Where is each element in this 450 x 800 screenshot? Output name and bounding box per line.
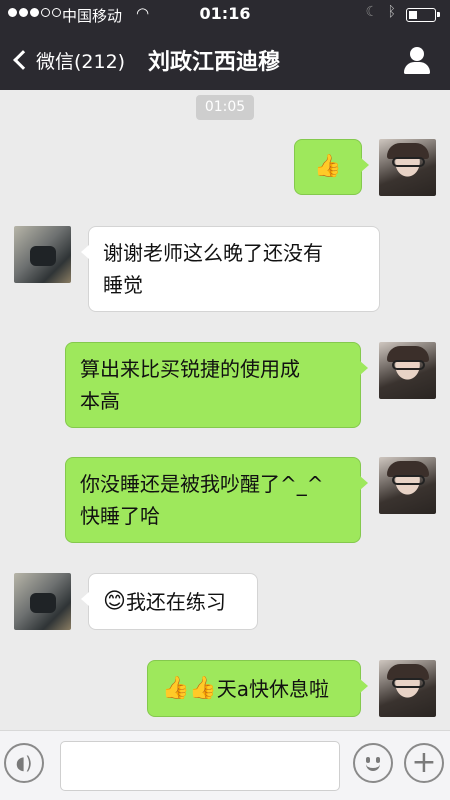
status-time: 01:16 [199, 4, 251, 23]
input-bar: ◖) + [0, 730, 450, 800]
battery-icon [406, 8, 440, 22]
emoji-face-icon [361, 751, 385, 775]
message-bubble[interactable]: 👍👍 天a快休息啦 [147, 660, 368, 717]
message-bubble[interactable]: 👍 [294, 139, 369, 195]
my-avatar[interactable] [379, 660, 436, 717]
message-text: 你没睡还是被我吵醒了^_^ 快睡了哈 [80, 472, 324, 528]
message-bubble[interactable]: 算出来比买锐捷的使用成 本高 [65, 342, 368, 428]
plus-icon: + [411, 745, 437, 780]
profile-icon[interactable] [402, 46, 432, 74]
my-avatar[interactable] [379, 342, 436, 399]
voice-icon: ◖) [15, 752, 33, 774]
message-bubble[interactable]: 你没睡还是被我吵醒了^_^ 快睡了哈 [65, 457, 368, 543]
nav-bar: 微信(212) 刘政江西迪穆 [0, 30, 450, 90]
my-avatar[interactable] [379, 457, 436, 514]
emoji-button[interactable] [353, 743, 393, 783]
status-bar: 中国移动 ◠ 01:16 ☾ ᛒ [0, 0, 450, 30]
message-input[interactable] [60, 741, 340, 791]
chat-title: 刘政江西迪穆 [148, 50, 281, 75]
moon-icon: ☾ [365, 4, 378, 20]
thumbs-up-icon: 👍 [314, 154, 342, 179]
message-bubble[interactable]: 谢谢老师这么晚了还没有 睡觉 [81, 226, 380, 312]
thumbs-up-icon: 👍👍 [162, 675, 217, 701]
message-text: 我还在练习 [125, 589, 226, 614]
chat-timestamp: 01:05 [196, 95, 254, 120]
message-bubble[interactable]: 😊 我还在练习 [81, 573, 258, 630]
back-label: 微信(212) [36, 50, 126, 73]
message-text: 天a快休息啦 [216, 676, 330, 701]
more-button[interactable]: + [404, 743, 444, 783]
bluetooth-icon: ᛒ [387, 4, 396, 20]
message-text: 谢谢老师这么晚了还没有 睡觉 [103, 241, 323, 297]
top-bar: 中国移动 ◠ 01:16 ☾ ᛒ 微信(212) 刘政江西迪穆 [0, 0, 450, 90]
contact-avatar[interactable] [14, 226, 71, 283]
message-text: 算出来比买锐捷的使用成 本高 [80, 357, 300, 413]
my-avatar[interactable] [379, 139, 436, 196]
chat-area[interactable]: 01:05 👍 谢谢老师这么晚了还没有 睡觉 算出来比买锐捷的使用成 本高 你没… [0, 90, 450, 730]
back-chevron-icon [13, 50, 33, 70]
back-button[interactable]: 微信(212) [12, 44, 125, 76]
smile-emoji-icon: 😊 [103, 588, 126, 614]
voice-button[interactable]: ◖) [4, 743, 44, 783]
contact-avatar[interactable] [14, 573, 71, 630]
